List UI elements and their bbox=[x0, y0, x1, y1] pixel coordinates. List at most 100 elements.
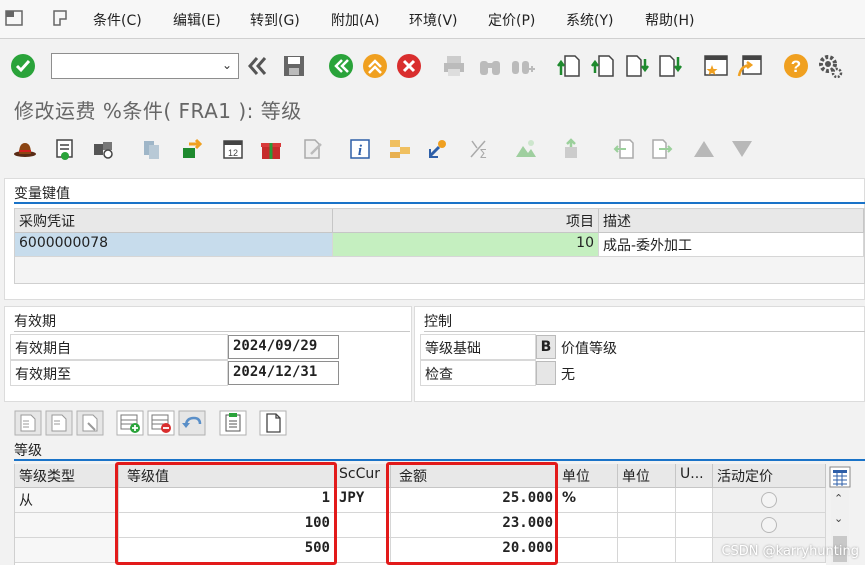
deselect-all-icon[interactable] bbox=[45, 410, 73, 436]
find-icon bbox=[480, 61, 500, 75]
menu-help[interactable]: 帮助(H) bbox=[645, 10, 694, 30]
chevron-down-icon[interactable]: ⌄ bbox=[222, 58, 232, 72]
scales-table: 等级类型 等级值 ScCur 金额 单位 单位 U... 活动定价 从 1 JP… bbox=[14, 464, 826, 565]
menu-pricing[interactable]: 定价(P) bbox=[488, 10, 535, 30]
active-pricing-cell bbox=[713, 513, 826, 538]
copy-stack-icon bbox=[144, 141, 159, 159]
svg-text:Σ: Σ bbox=[479, 147, 487, 161]
scales-title: 等级 bbox=[14, 443, 42, 459]
check-code[interactable] bbox=[536, 361, 556, 385]
application-toolbar: 12 i Σ bbox=[0, 133, 865, 169]
previous-page-icon[interactable] bbox=[590, 53, 616, 79]
active-pricing-radio[interactable] bbox=[761, 492, 777, 508]
group-underline bbox=[14, 459, 865, 461]
gift-icon[interactable] bbox=[259, 137, 283, 161]
group-underline bbox=[14, 331, 410, 332]
exit-icon[interactable] bbox=[362, 53, 388, 79]
menu-goto[interactable]: 转到(G) bbox=[250, 10, 300, 30]
calendar-icon[interactable]: 12 bbox=[221, 137, 245, 161]
triangle-down-icon bbox=[732, 141, 752, 157]
menu-edit[interactable]: 编辑(E) bbox=[173, 10, 221, 30]
insert-row-icon[interactable] bbox=[116, 410, 144, 436]
validity-title: 有效期 bbox=[14, 314, 56, 330]
header-scale-currency: ScCur bbox=[335, 464, 391, 488]
select-all-icon[interactable] bbox=[14, 410, 42, 436]
condition-info-icon[interactable] bbox=[53, 137, 77, 161]
header-uom: U... bbox=[676, 464, 713, 488]
amount-cell[interactable]: 25.000 bbox=[391, 488, 558, 513]
scale-value-cell[interactable]: 100 bbox=[119, 513, 335, 538]
command-field[interactable]: ⌄ bbox=[51, 53, 239, 79]
column-settings-icon[interactable] bbox=[829, 466, 851, 488]
arrow-back-page-icon bbox=[613, 139, 634, 159]
arrow-forward-page-icon bbox=[652, 139, 673, 159]
currency-cell[interactable]: JPY bbox=[335, 488, 391, 513]
scale-value-cell[interactable]: 1 bbox=[119, 488, 335, 513]
active-pricing-cell bbox=[713, 488, 826, 513]
settings-gear-icon[interactable] bbox=[817, 53, 843, 79]
new-document-icon[interactable] bbox=[259, 410, 287, 436]
uom-cell[interactable] bbox=[676, 488, 713, 513]
scale-type-cell bbox=[15, 538, 119, 563]
shortcut-icon[interactable] bbox=[737, 53, 763, 79]
header-purchase-doc: 采购凭证 bbox=[15, 209, 333, 233]
amount-cell[interactable]: 20.000 bbox=[391, 538, 558, 563]
header-amount: 金额 bbox=[391, 464, 558, 488]
amount-cell[interactable]: 23.000 bbox=[391, 513, 558, 538]
menu-environment[interactable]: 环境(V) bbox=[409, 10, 458, 30]
page-title: 修改运费 %条件( FRA1 ): 等级 bbox=[14, 99, 302, 123]
valid-from-field[interactable]: 2024/09/29 bbox=[228, 335, 339, 359]
first-page-icon[interactable] bbox=[556, 53, 582, 79]
menu-system[interactable]: 系统(Y) bbox=[566, 10, 613, 30]
valid-to-label: 有效期至 bbox=[10, 360, 228, 386]
menu-condition[interactable]: 条件(C) bbox=[93, 10, 142, 30]
scale-type-cell: 从 bbox=[15, 488, 119, 513]
key-icon[interactable] bbox=[426, 137, 450, 161]
unit-cell[interactable] bbox=[558, 513, 618, 538]
create-session-icon[interactable] bbox=[703, 53, 729, 79]
control-title: 控制 bbox=[424, 314, 452, 330]
find-next-icon bbox=[512, 61, 535, 74]
menu-extras[interactable]: 附加(A) bbox=[331, 10, 380, 30]
menu-window-icon[interactable] bbox=[4, 8, 26, 28]
item-value[interactable]: 10 bbox=[333, 233, 599, 257]
scroll-up-icon[interactable]: ⌃ bbox=[834, 492, 843, 505]
standard-toolbar: ⌄ ? bbox=[0, 39, 865, 91]
save-icon[interactable] bbox=[281, 53, 307, 79]
currency-cell[interactable] bbox=[335, 538, 391, 563]
info-icon[interactable]: i bbox=[348, 137, 372, 161]
currency-cell[interactable] bbox=[335, 513, 391, 538]
unit-2-cell[interactable] bbox=[618, 513, 676, 538]
help-icon[interactable]: ? bbox=[783, 53, 809, 79]
customize-layout-icon[interactable] bbox=[50, 8, 72, 28]
select-block-icon[interactable] bbox=[76, 410, 104, 436]
uom-cell[interactable] bbox=[676, 538, 713, 563]
unit-2-cell[interactable] bbox=[618, 488, 676, 513]
structure-icon[interactable] bbox=[388, 137, 412, 161]
uom-cell[interactable] bbox=[676, 513, 713, 538]
back-icon[interactable] bbox=[328, 53, 354, 79]
hat-icon[interactable] bbox=[13, 137, 37, 161]
purchase-doc-value[interactable]: 6000000078 bbox=[15, 233, 333, 257]
active-pricing-radio[interactable] bbox=[761, 517, 777, 533]
scale-basis-text: 价值等级 bbox=[561, 341, 617, 357]
puzzle-icon[interactable] bbox=[91, 137, 115, 161]
unit-cell[interactable]: % bbox=[558, 488, 618, 513]
scale-basis-code[interactable]: B bbox=[536, 335, 556, 359]
valid-to-field[interactable]: 2024/12/31 bbox=[228, 361, 339, 385]
enter-check-icon[interactable] bbox=[10, 53, 36, 79]
header-item: 项目 bbox=[333, 209, 599, 233]
scale-value-cell[interactable]: 500 bbox=[119, 538, 335, 563]
undo-icon[interactable] bbox=[178, 410, 206, 436]
cancel-icon[interactable] bbox=[396, 53, 422, 79]
unit-cell[interactable] bbox=[558, 538, 618, 563]
transfer-icon[interactable] bbox=[181, 137, 205, 161]
unit-2-cell[interactable] bbox=[618, 538, 676, 563]
double-chevron-left-icon[interactable] bbox=[245, 53, 271, 79]
menu-bar: 条件(C) 编辑(E) 转到(G) 附加(A) 环境(V) 定价(P) 系统(Y… bbox=[0, 0, 865, 39]
delete-row-icon[interactable] bbox=[147, 410, 175, 436]
scroll-down-icon[interactable]: ⌄ bbox=[834, 512, 843, 525]
detail-icon[interactable] bbox=[219, 410, 247, 436]
last-page-icon[interactable] bbox=[657, 53, 683, 79]
next-page-icon[interactable] bbox=[624, 53, 650, 79]
